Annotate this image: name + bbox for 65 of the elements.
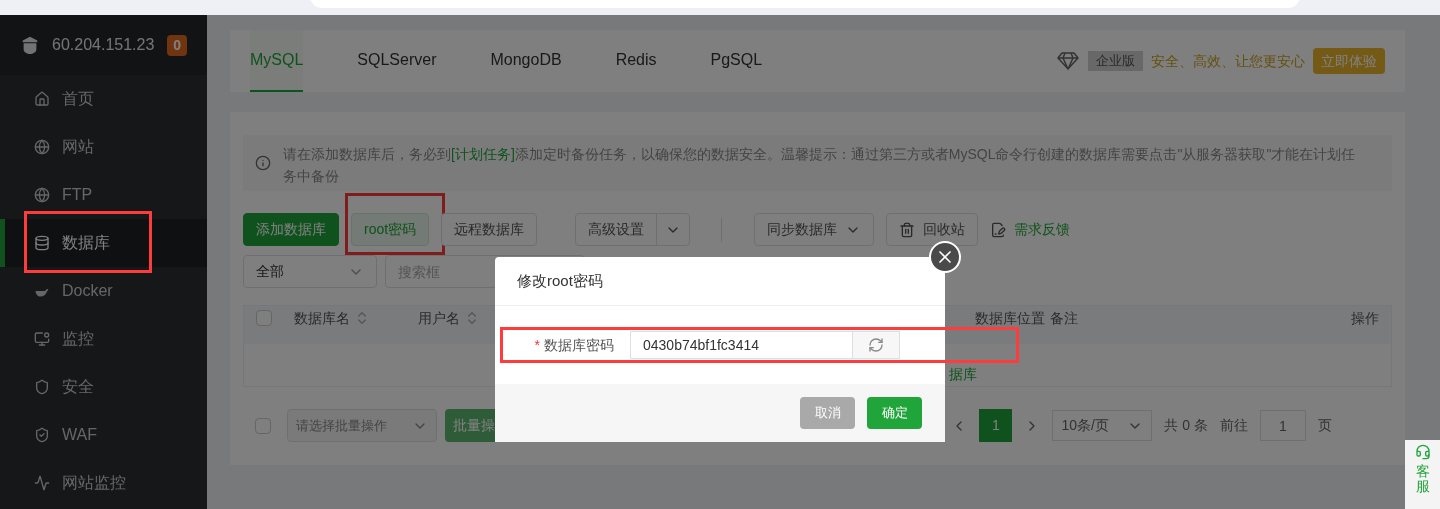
support-panel[interactable]: 客服 bbox=[1405, 440, 1440, 509]
cancel-button[interactable]: 取消 bbox=[800, 397, 855, 429]
pulse-icon bbox=[34, 475, 50, 491]
goto-page-field[interactable]: 1 bbox=[1260, 410, 1306, 441]
page-number[interactable]: 1 bbox=[979, 409, 1013, 442]
dropdown-button[interactable]: 同步数据库 bbox=[754, 213, 875, 246]
sidebar-item[interactable]: 数据库 bbox=[0, 219, 207, 267]
required-mark: * bbox=[534, 335, 540, 355]
notification-badge[interactable]: 0 bbox=[167, 34, 187, 56]
toolbar-button[interactable]: root密码 bbox=[351, 213, 430, 246]
refresh-button[interactable] bbox=[853, 331, 900, 359]
sidebar-item[interactable]: WAF bbox=[0, 411, 207, 459]
password-field[interactable]: 0430b74bf1fc3414 bbox=[630, 331, 853, 359]
recycle-bin-button[interactable]: 回收站 bbox=[886, 213, 979, 246]
diamond-icon bbox=[1056, 51, 1080, 71]
shield-icon bbox=[34, 379, 50, 395]
filter-select[interactable]: 全部 bbox=[243, 255, 377, 288]
database-icon bbox=[34, 235, 50, 251]
page-unit: 页 bbox=[1318, 416, 1332, 435]
try-now-button[interactable]: 立即体验 bbox=[1313, 48, 1385, 74]
edit-icon bbox=[990, 221, 1007, 238]
promo-slogan: 安全、高效、让您更安心 bbox=[1151, 51, 1305, 71]
checkbox[interactable] bbox=[255, 417, 271, 434]
tab[interactable]: Redis bbox=[615, 30, 657, 92]
add-database-button[interactable]: 添加数据库 bbox=[243, 213, 339, 246]
globe-icon bbox=[34, 139, 50, 155]
globe-icon bbox=[34, 187, 50, 203]
confirm-button[interactable]: 确定 bbox=[867, 397, 922, 429]
sidebar-item[interactable]: Docker bbox=[0, 267, 207, 315]
tab[interactable]: PgSQL bbox=[710, 30, 763, 92]
sidebar-item[interactable]: FTP bbox=[0, 171, 207, 219]
sidebar-item[interactable]: 监控 bbox=[0, 315, 207, 363]
server-logo-icon bbox=[20, 35, 40, 55]
toolbar-button[interactable]: 远程数据库 bbox=[441, 213, 538, 246]
trash-icon bbox=[899, 221, 916, 238]
column-header[interactable]: 用户名 bbox=[418, 310, 538, 326]
tab[interactable]: MongoDB bbox=[490, 30, 562, 92]
shield-icon bbox=[34, 427, 50, 443]
tab[interactable]: SQLServer bbox=[357, 30, 437, 92]
column-header: 操作 bbox=[1350, 310, 1380, 326]
split-button[interactable]: 高级设置 bbox=[575, 213, 691, 246]
support-label: 客服 bbox=[1415, 464, 1430, 495]
scheduled-task-link[interactable]: [计划任务] bbox=[451, 146, 515, 162]
sidebar-item[interactable]: 安全 bbox=[0, 363, 207, 411]
monitor-icon bbox=[34, 331, 50, 347]
field-label: 数据库密码 bbox=[544, 335, 614, 355]
edition-badge: 企业版 bbox=[1088, 51, 1143, 71]
sidebar-item[interactable]: 网站监控 bbox=[0, 459, 207, 507]
feedback-link[interactable]: 需求反馈 bbox=[990, 213, 1071, 246]
page-size-select[interactable]: 10条/页 bbox=[1052, 410, 1153, 441]
server-ip: 60.204.151.23 bbox=[52, 35, 155, 55]
column-header[interactable]: 数据库名 bbox=[294, 310, 418, 326]
column-header: 数据库位置 bbox=[975, 310, 1046, 326]
home-icon bbox=[34, 91, 50, 107]
sidebar-item[interactable]: 网站 bbox=[0, 123, 207, 171]
tab[interactable]: MySQL bbox=[250, 30, 304, 92]
total-count: 共 0 条 bbox=[1164, 416, 1208, 435]
empty-table-link[interactable]: 据库 bbox=[949, 366, 977, 382]
info-icon bbox=[255, 155, 271, 171]
headset-icon bbox=[1414, 444, 1431, 460]
column-header: 备注 bbox=[1050, 310, 1079, 326]
goto-label: 前往 bbox=[1220, 416, 1248, 435]
sidebar-item[interactable]: 首页 bbox=[0, 75, 207, 123]
checkbox[interactable] bbox=[256, 310, 272, 326]
refresh-icon bbox=[868, 337, 884, 353]
